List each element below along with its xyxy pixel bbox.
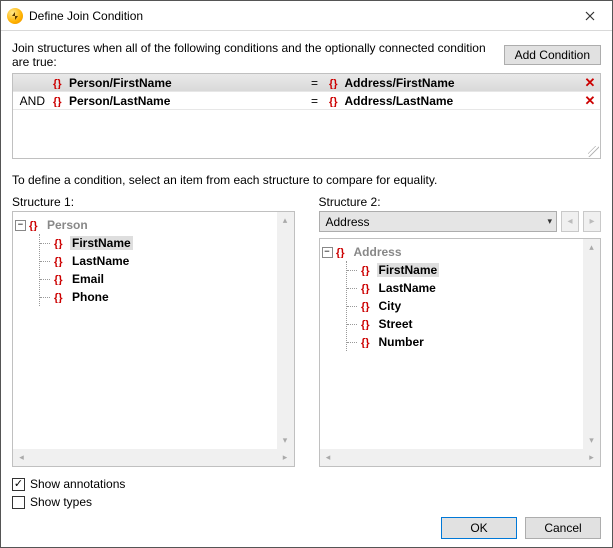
svg-text:{}: {}: [29, 220, 38, 231]
braces-icon: {}: [54, 273, 66, 285]
braces-icon: {}: [361, 336, 373, 348]
braces-icon: {}: [329, 95, 341, 107]
braces-icon: {}: [329, 77, 341, 89]
tree-item[interactable]: {}LastName: [54, 252, 292, 270]
svg-text:{}: {}: [329, 78, 338, 89]
scroll-up-button[interactable]: ▴: [583, 239, 600, 256]
chevron-down-icon: ▾: [547, 216, 552, 227]
checkbox-icon: [12, 496, 25, 509]
tree-item[interactable]: {}Email: [54, 270, 292, 288]
structure1-label: Structure 1:: [12, 195, 295, 209]
equals-sign: =: [305, 94, 325, 108]
svg-text:{}: {}: [361, 337, 370, 348]
svg-text:{}: {}: [54, 256, 63, 267]
next-structure-button[interactable]: ▸: [583, 211, 601, 232]
condition-left: Person/LastName: [69, 94, 170, 108]
checkbox-icon: ✓: [12, 478, 25, 491]
tree-item[interactable]: {}Street: [361, 315, 599, 333]
app-icon: [7, 8, 23, 24]
scroll-up-button[interactable]: ▴: [277, 212, 294, 229]
tree-item[interactable]: {}FirstName: [361, 261, 599, 279]
scroll-left-button[interactable]: ◂: [320, 449, 337, 466]
tree-item[interactable]: {}Number: [361, 333, 599, 351]
structure1-tree[interactable]: − {} Person {}FirstName {}LastName {}Ema…: [12, 211, 295, 467]
structure2-label: Structure 2:: [319, 195, 602, 209]
show-annotations-checkbox[interactable]: ✓ Show annotations: [12, 477, 601, 491]
svg-text:{}: {}: [54, 292, 63, 303]
condition-row[interactable]: {} Person/FirstName = {} Address/FirstNa…: [13, 74, 600, 92]
braces-icon: {}: [54, 255, 66, 267]
checkbox-label: Show annotations: [30, 477, 125, 491]
delete-condition-button[interactable]: ✕: [585, 76, 596, 89]
close-button[interactable]: [567, 1, 612, 30]
svg-text:{}: {}: [329, 96, 338, 107]
braces-icon: {}: [29, 219, 41, 231]
scroll-down-button[interactable]: ▾: [277, 432, 294, 449]
hint-text: To define a condition, select an item fr…: [12, 173, 601, 187]
svg-text:{}: {}: [54, 274, 63, 285]
tree-root[interactable]: {} Address: [336, 243, 599, 261]
svg-text:{}: {}: [336, 247, 345, 258]
braces-icon: {}: [54, 237, 66, 249]
prev-structure-button[interactable]: ◂: [561, 211, 579, 232]
svg-text:{}: {}: [361, 283, 370, 294]
svg-text:{}: {}: [53, 78, 62, 89]
collapse-icon[interactable]: −: [15, 220, 26, 231]
svg-text:{}: {}: [361, 301, 370, 312]
svg-text:{}: {}: [54, 238, 63, 249]
structure2-tree[interactable]: − {} Address {}FirstName {}LastName {}Ci…: [319, 238, 602, 467]
braces-icon: {}: [53, 77, 65, 89]
tree-root[interactable]: {} Person: [29, 216, 292, 234]
collapse-icon[interactable]: −: [322, 247, 333, 258]
tree-item[interactable]: {}LastName: [361, 279, 599, 297]
braces-icon: {}: [361, 264, 373, 276]
condition-right: Address/LastName: [345, 94, 454, 108]
dropdown-value: Address: [326, 215, 370, 229]
scroll-left-button[interactable]: ◂: [13, 449, 30, 466]
tree-item[interactable]: {}City: [361, 297, 599, 315]
svg-text:{}: {}: [361, 319, 370, 330]
window-title: Define Join Condition: [29, 9, 567, 23]
scroll-down-button[interactable]: ▾: [583, 432, 600, 449]
braces-icon: {}: [361, 282, 373, 294]
intro-text: Join structures when all of the followin…: [12, 41, 496, 69]
add-condition-button[interactable]: Add Condition: [504, 45, 601, 65]
ok-button[interactable]: OK: [441, 517, 517, 539]
braces-icon: {}: [336, 246, 348, 258]
svg-text:{}: {}: [53, 96, 62, 107]
tree-item[interactable]: {}Phone: [54, 288, 292, 306]
cancel-button[interactable]: Cancel: [525, 517, 601, 539]
condition-left: Person/FirstName: [69, 76, 172, 90]
conditions-grid[interactable]: {} Person/FirstName = {} Address/FirstNa…: [12, 73, 601, 159]
svg-text:{}: {}: [361, 265, 370, 276]
delete-condition-button[interactable]: ✕: [585, 94, 596, 107]
braces-icon: {}: [53, 95, 65, 107]
structure2-dropdown[interactable]: Address ▾: [319, 211, 558, 232]
resize-grip-icon[interactable]: [588, 146, 599, 157]
tree-item[interactable]: {}FirstName: [54, 234, 292, 252]
show-types-checkbox[interactable]: Show types: [12, 495, 601, 509]
condition-row[interactable]: AND {} Person/LastName = {} Address/Last…: [13, 92, 600, 110]
scroll-right-button[interactable]: ▸: [277, 449, 294, 466]
equals-sign: =: [305, 76, 325, 90]
braces-icon: {}: [361, 318, 373, 330]
braces-icon: {}: [54, 291, 66, 303]
braces-icon: {}: [361, 300, 373, 312]
condition-operator: AND: [13, 94, 49, 108]
scroll-right-button[interactable]: ▸: [583, 449, 600, 466]
checkbox-label: Show types: [30, 495, 92, 509]
condition-right: Address/FirstName: [345, 76, 455, 90]
